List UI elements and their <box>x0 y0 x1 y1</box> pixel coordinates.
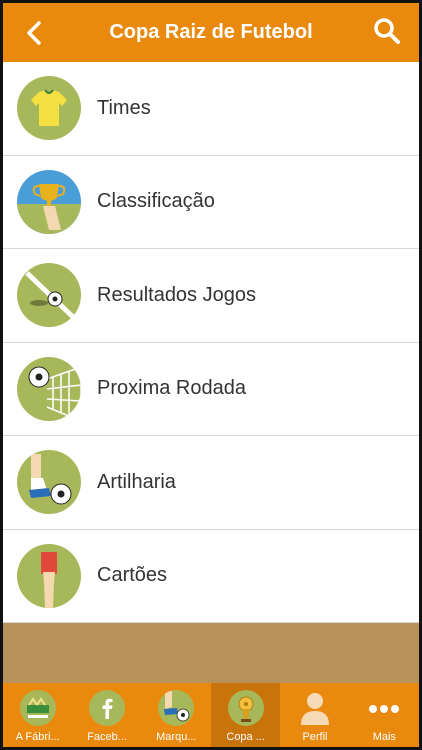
menu-item-label: Resultados Jogos <box>97 283 256 306</box>
bottom-tab-bar: A Fábri... Faceb... Marqu... Copa ... Pe… <box>3 683 419 747</box>
chevron-left-icon[interactable] <box>23 20 47 46</box>
menu-item-label: Proxima Rodada <box>97 377 246 400</box>
kicking-player-icon <box>17 450 81 515</box>
fabrica-logo-icon <box>19 690 56 726</box>
jersey-icon <box>17 76 81 141</box>
more-icon <box>369 705 400 713</box>
facebook-icon <box>88 690 125 726</box>
tab-label: Faceb... <box>87 731 127 743</box>
ball-in-net-icon <box>17 356 81 421</box>
menu-item-artilharia[interactable]: Artilharia <box>3 436 419 530</box>
cup-icon <box>227 690 264 726</box>
menu-item-resultados-jogos[interactable]: Resultados Jogos <box>3 249 419 343</box>
kick-icon <box>158 690 195 726</box>
tab-marque[interactable]: Marqu... <box>142 683 211 747</box>
search-icon[interactable] <box>373 17 401 45</box>
ball-on-field-icon <box>17 263 81 328</box>
menu-item-times[interactable]: Times <box>3 62 419 156</box>
tab-label: Marqu... <box>156 731 197 743</box>
tab-mais[interactable]: Mais <box>350 683 419 747</box>
trophy-icon <box>17 169 81 234</box>
tab-perfil[interactable]: Perfil <box>280 683 349 747</box>
menu-item-label: Artilharia <box>97 470 176 493</box>
content-filler <box>3 623 419 683</box>
tab-label: Perfil <box>302 731 328 743</box>
menu-list: Times Classificação Resultados Jogos Pro… <box>3 62 419 623</box>
menu-item-classificacao[interactable]: Classificação <box>3 155 419 249</box>
profile-icon <box>300 693 329 725</box>
app-frame: Copa Raiz de Futebol Times Classificação… <box>0 0 422 750</box>
menu-item-label: Cartões <box>97 564 168 587</box>
menu-item-cartoes[interactable]: Cartões <box>3 529 419 623</box>
app-header: Copa Raiz de Futebol <box>3 3 419 62</box>
tab-label: A Fábri... <box>15 731 60 743</box>
tab-label: Mais <box>372 731 396 743</box>
tab-a-fabrica[interactable]: A Fábri... <box>3 683 72 747</box>
menu-item-label: Times <box>97 96 151 119</box>
page-title: Copa Raiz de Futebol <box>109 21 313 43</box>
red-card-icon <box>17 543 81 608</box>
menu-item-proxima-rodada[interactable]: Proxima Rodada <box>3 342 419 436</box>
tab-copa[interactable]: Copa ... <box>210 683 281 747</box>
tab-facebook[interactable]: Faceb... <box>72 683 141 747</box>
tab-label: Copa ... <box>226 731 265 743</box>
menu-item-label: Classificação <box>97 190 215 213</box>
